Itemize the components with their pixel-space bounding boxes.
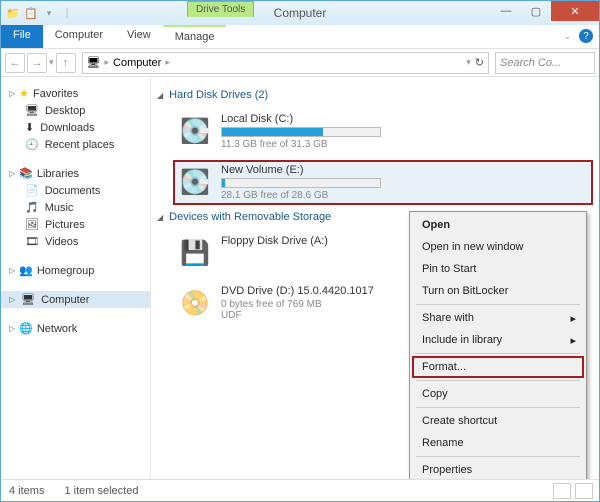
address-dropdown-icon[interactable]: ▾ (466, 57, 471, 68)
music-icon: 🎵 (25, 201, 39, 214)
details-view-button[interactable] (553, 483, 571, 499)
drive-local-disk-c[interactable]: 💽 Local Disk (C:) 11.3 GB free of 31.3 G… (173, 109, 593, 154)
submenu-arrow-icon: ▸ (570, 334, 576, 347)
back-button[interactable]: ← (5, 53, 25, 73)
floppy-icon: 💾 (177, 235, 213, 271)
sidebar-item-desktop[interactable]: 🖥Desktop (1, 102, 150, 119)
tab-computer[interactable]: Computer (43, 25, 115, 48)
ctx-separator (416, 456, 580, 457)
status-bar: 4 items 1 item selected (1, 479, 599, 501)
ctx-rename[interactable]: Rename (412, 432, 584, 454)
app-icon: 📁 (5, 5, 21, 21)
computer-icon: 🖥 (21, 293, 35, 306)
status-item-count: 4 items (9, 485, 44, 497)
sidebar-item-recent[interactable]: 🕘Recent places (1, 136, 150, 153)
navigation-bar: ← → ▾ ↑ 🖥 ▸ Computer ▸ ▾ ↻ Search Co... (1, 49, 599, 77)
sidebar-item-videos[interactable]: 🎞Videos (1, 233, 150, 250)
sidebar-computer[interactable]: ▷🖥Computer (1, 291, 150, 308)
ribbon-tabs: File Computer View Manage ⌄ ? (1, 25, 599, 49)
address-bar[interactable]: 🖥 ▸ Computer ▸ ▾ ↻ (82, 52, 489, 74)
ctx-open-new-window[interactable]: Open in new window (412, 236, 584, 258)
forward-button[interactable]: → (27, 53, 47, 73)
pictures-icon: 🖼 (25, 218, 39, 231)
capacity-bar (221, 127, 381, 137)
sidebar-homegroup[interactable]: ▷👥Homegroup (1, 262, 150, 279)
titlebar: 📁 📋 ▾ | Drive Tools Computer — ▢ ✕ (1, 1, 599, 25)
window-controls: — ▢ ✕ (491, 1, 599, 21)
ctx-bitlocker[interactable]: Turn on BitLocker (412, 280, 584, 302)
breadcrumb-chevron-icon[interactable]: ▸ (165, 57, 170, 68)
ctx-format[interactable]: Format... (412, 356, 584, 378)
help-icon[interactable]: ? (579, 29, 593, 43)
ctx-separator (416, 380, 580, 381)
maximize-button[interactable]: ▢ (521, 1, 551, 21)
sidebar-item-pictures[interactable]: 🖼Pictures (1, 216, 150, 233)
ctx-create-shortcut[interactable]: Create shortcut (412, 410, 584, 432)
qat-separator: | (59, 5, 75, 21)
qat-properties-icon[interactable]: 📋 (23, 5, 39, 21)
downloads-icon: ⬇ (25, 121, 34, 134)
sidebar-network[interactable]: ▷🌐Network (1, 320, 150, 337)
drive-new-volume-e[interactable]: 💽 New Volume (E:) 28.1 GB free of 28.6 G… (173, 160, 593, 205)
sidebar-libraries-header[interactable]: ▷📚Libraries (1, 165, 150, 182)
libraries-icon: 📚 (19, 167, 33, 180)
star-icon: ★ (19, 87, 29, 100)
close-button[interactable]: ✕ (551, 1, 599, 21)
recent-icon: 🕘 (25, 138, 39, 151)
navigation-pane: ▷★Favorites 🖥Desktop ⬇Downloads 🕘Recent … (1, 77, 151, 479)
hdd-icon: 💽 (177, 164, 213, 200)
tab-manage[interactable]: Manage (163, 25, 227, 48)
refresh-icon[interactable]: ↻ (475, 56, 484, 69)
sidebar-item-documents[interactable]: 📄Documents (1, 182, 150, 199)
capacity-bar (221, 178, 381, 188)
history-dropdown-icon[interactable]: ▾ (49, 57, 54, 68)
ctx-copy[interactable]: Copy (412, 383, 584, 405)
ctx-share-with[interactable]: Share with▸ (412, 307, 584, 329)
quick-access-toolbar: 📁 📋 ▾ | (1, 5, 75, 21)
context-menu: Open Open in new window Pin to Start Tur… (409, 211, 587, 484)
hdd-icon: 💽 (177, 113, 213, 149)
dvd-icon: 📀 (177, 285, 213, 321)
ctx-open[interactable]: Open (412, 214, 584, 236)
window-title: Computer (274, 6, 327, 20)
qat-dropdown-icon[interactable]: ▾ (41, 5, 57, 21)
ctx-pin-to-start[interactable]: Pin to Start (412, 258, 584, 280)
submenu-arrow-icon: ▸ (570, 312, 576, 325)
network-icon: 🌐 (19, 322, 33, 335)
ctx-include-library[interactable]: Include in library▸ (412, 329, 584, 351)
desktop-icon: 🖥 (25, 104, 39, 117)
drive-name: Local Disk (C:) (221, 113, 589, 125)
breadcrumb-computer[interactable]: Computer (113, 57, 161, 69)
homegroup-icon: 👥 (19, 264, 33, 277)
ctx-separator (416, 407, 580, 408)
ctx-separator (416, 353, 580, 354)
ribbon-expand-icon[interactable]: ⌄ (563, 31, 571, 42)
status-selected-count: 1 item selected (64, 485, 138, 497)
ctx-separator (416, 304, 580, 305)
tab-file[interactable]: File (1, 25, 43, 48)
search-input[interactable]: Search Co... (495, 52, 595, 74)
videos-icon: 🎞 (25, 235, 39, 248)
sidebar-item-downloads[interactable]: ⬇Downloads (1, 119, 150, 136)
breadcrumb-chevron-icon[interactable]: ▸ (105, 57, 110, 68)
location-icon: 🖥 (87, 56, 101, 69)
up-button[interactable]: ↑ (56, 53, 76, 73)
drive-tools-contextual-tab[interactable]: Drive Tools (187, 1, 254, 17)
sidebar-favorites-header[interactable]: ▷★Favorites (1, 85, 150, 102)
documents-icon: 📄 (25, 184, 39, 197)
sidebar-item-music[interactable]: 🎵Music (1, 199, 150, 216)
drive-free-text: 28.1 GB free of 28.6 GB (221, 190, 589, 201)
tab-view[interactable]: View (115, 25, 163, 48)
ctx-properties[interactable]: Properties (412, 459, 584, 481)
drive-name: New Volume (E:) (221, 164, 589, 176)
minimize-button[interactable]: — (491, 1, 521, 21)
hdd-section-header[interactable]: ◢Hard Disk Drives (2) (157, 89, 593, 101)
icons-view-button[interactable] (575, 483, 593, 499)
drive-free-text: 11.3 GB free of 31.3 GB (221, 139, 589, 150)
